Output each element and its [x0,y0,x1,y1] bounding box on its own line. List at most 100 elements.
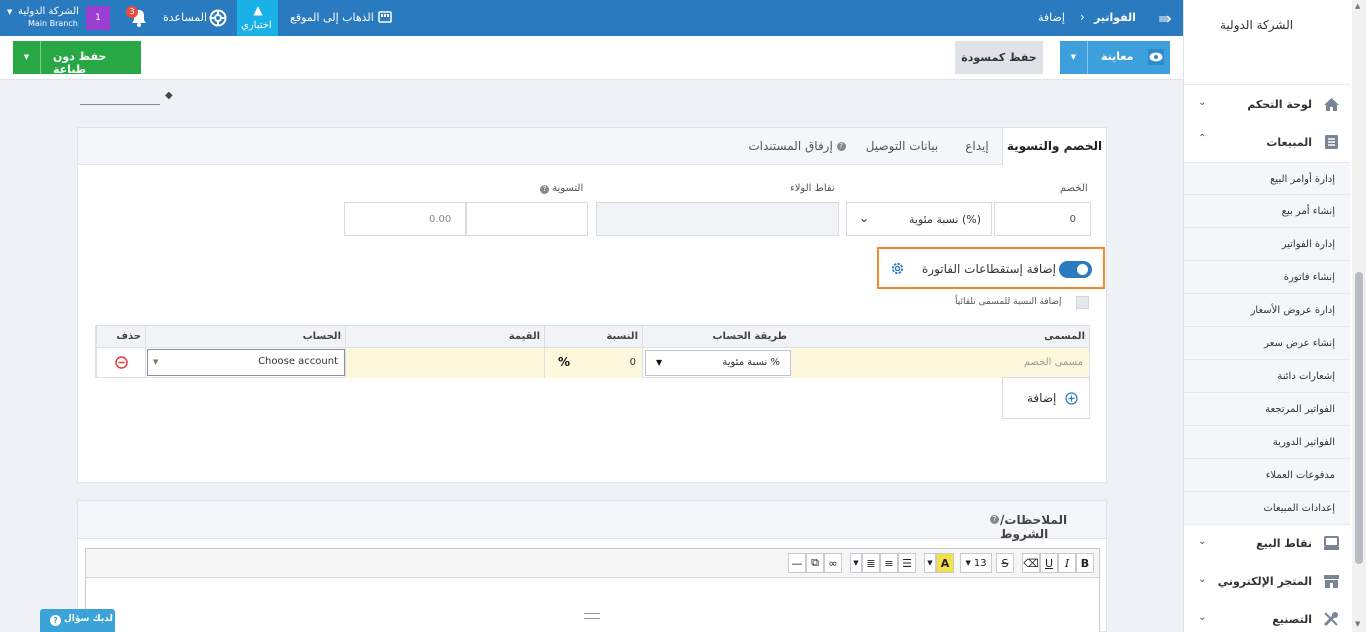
header-account: الحساب [145,326,345,348]
notes-card: الملاحظات/الشروط ? B I U ⌫ S ▼ 13 A ▼ ☰ … [77,500,1107,632]
sidebar-item-dashboard[interactable]: لوحة التحكم ⌄ [1184,85,1350,123]
tab-discount[interactable]: الخصم والتسوية [1002,128,1106,166]
align-icon[interactable]: ≣ [862,553,880,573]
calc-dropdown-icon: ▼ [656,358,663,367]
branch-number-badge[interactable]: 1 [86,6,110,30]
text-color-button[interactable]: A [936,553,954,573]
editor-resize-handle[interactable] [584,613,600,619]
lifebuoy-icon[interactable] [208,8,228,28]
discount-label: الخصم [1060,183,1088,194]
percent-icon: % [558,355,571,369]
notification-count-badge: 3 [126,6,138,18]
cell-name[interactable]: مسمى الخصم [791,348,1089,378]
tab-delivery[interactable]: بيانات التوصيل [854,128,950,165]
align-dropdown-icon[interactable]: ▼ [850,553,862,573]
name-placeholder: مسمى الخصم [1023,357,1083,368]
sidebar: الشركة الدولية لوحة التحكم ⌄ المبيعات ⌃ … [1183,0,1366,632]
test-mode-button[interactable]: ▲ اختباري [237,0,278,36]
ordered-list-icon[interactable]: ≡ [880,553,898,573]
gear-icon[interactable] [889,260,905,276]
deductions-toggle-row: إضافة إستقطاعات الفاتورة [877,247,1105,289]
sidebar-sub-recurring-invoices[interactable]: الفواتير الدورية [1184,426,1350,459]
sidebar-sub-create-invoice[interactable]: إنشاء فاتورة [1184,261,1350,294]
sidebar-sub-create-quote[interactable]: إنشاء عرض سعر [1184,327,1350,360]
unlink-icon[interactable]: ⧉ [806,553,824,573]
tab-deposit[interactable]: إيداع [954,128,1000,165]
menu-collapse-icon[interactable]: ⇛ [1155,9,1175,28]
sidebar-sub-customer-payments[interactable]: مدفوعات العملاء [1184,459,1350,492]
font-size-select[interactable]: ▼ 13 [960,553,992,573]
tag-icon[interactable]: ◆ [165,90,173,101]
cell-account[interactable]: Choose account ▼ [145,348,345,378]
strikethrough-button[interactable]: S [996,553,1014,573]
scroll-down-icon[interactable]: ▼ [1355,620,1360,628]
sidebar-sub-manage-quotes[interactable]: إدارة عروض الأسعار [1184,294,1350,327]
header-rate: النسبة [544,326,642,348]
sidebar-item-sales[interactable]: المبيعات ⌃ [1184,123,1350,161]
header-delete: حذف [96,326,145,348]
eraser-icon[interactable]: ⌫ [1022,553,1040,573]
calc-select[interactable]: نسبة مئوية % ▼ [645,350,791,376]
company-dropdown-icon[interactable]: ▼ [7,8,12,16]
sidebar-sub-sales-settings[interactable]: إعدادات المبيعات [1184,492,1350,525]
tab-attachments[interactable]: إرفاق المستندات ? [742,128,852,165]
sidebar-item-label: نقاط البيع [1256,536,1312,550]
ask-question-button[interactable]: ? لديك سؤال [40,609,115,632]
preview-dropdown-icon[interactable]: ▼ [1060,41,1088,74]
question-icon: ? [50,615,61,626]
scroll-up-icon[interactable]: ▲ [1355,2,1360,10]
discount-value-input[interactable]: 0 [994,202,1091,236]
sidebar-sub-returned-invoices[interactable]: الفواتير المرتجعة [1184,393,1350,426]
sidebar-sub-create-sales-order[interactable]: إنشاء أمر بيع [1184,195,1350,228]
save-dropdown-icon[interactable]: ▼ [13,41,41,74]
notes-header [78,501,1106,539]
pos-icon [1322,534,1340,552]
invoice-icon [1322,133,1340,151]
breadcrumb-separator-icon: › [1080,10,1085,24]
underline-button[interactable]: U [1040,553,1058,573]
preview-button[interactable]: معاينة ▼ [1060,41,1170,74]
settlement-input[interactable]: 0.00 [344,202,466,236]
top-bar: ⇛ الفواتير › إضافة الذهاب إلى الموقع ▲ ا… [0,0,1183,36]
save-draft-button[interactable]: حفظ كمسودة [955,41,1043,74]
remove-row-icon[interactable] [114,355,128,369]
bold-button[interactable]: B [1076,553,1094,573]
settlement-extra-input[interactable] [466,202,588,236]
tab-bar [78,128,1106,165]
sidebar-item-manufacturing[interactable]: التصنيع ⌄ [1184,600,1350,632]
link-icon[interactable]: ∞ [824,553,842,573]
auto-add-checkbox[interactable] [1076,296,1089,309]
breadcrumb-parent[interactable]: الفواتير [1094,11,1136,24]
horizontal-rule-icon[interactable]: — [788,553,806,573]
help-link[interactable]: المساعدة [163,11,207,24]
toggle-knob [1077,264,1088,275]
shop-icon [1322,572,1340,590]
sidebar-scrollbar-track: ▲ ▼ [1352,0,1366,632]
cell-rate[interactable]: 0 % [544,348,642,378]
go-to-site-link[interactable]: الذهاب إلى الموقع [290,11,374,24]
italic-button[interactable]: I [1058,553,1076,573]
unordered-list-icon[interactable]: ☰ [898,553,916,573]
sidebar-item-online-store[interactable]: المتجر الإلكتروني ⌄ [1184,562,1350,600]
save-no-print-button[interactable]: ▼ حفظ دون طباعة [13,41,141,76]
sidebar-scrollbar-thumb[interactable] [1355,272,1363,564]
account-select[interactable]: Choose account ▼ [147,349,345,376]
text-color-dropdown-icon[interactable]: ▼ [924,553,936,573]
deductions-toggle-switch[interactable] [1059,261,1092,278]
sidebar-sub-credit-notes[interactable]: إشعارات دائنة [1184,360,1350,393]
company-name[interactable]: الشركة الدولية [18,6,79,17]
sidebar-item-pos[interactable]: نقاط البيع ⌄ [1184,524,1350,562]
add-deduction-button[interactable]: إضافة [1002,377,1090,419]
sidebar-company-name: الشركة الدولية [1220,18,1294,32]
cell-calc[interactable]: نسبة مئوية % ▼ [642,348,791,378]
sidebar-item-label: المتجر الإلكتروني [1217,574,1312,588]
sidebar-sub-sales-orders[interactable]: إدارة أوامر البيع [1184,162,1350,195]
sidebar-sub-manage-invoices[interactable]: إدارة الفواتير [1184,228,1350,261]
discount-type-select[interactable]: نسبة مئوية (%) ⌄ [846,202,992,236]
sidebar-item-label: لوحة التحكم [1247,97,1312,111]
editor-toolbar: B I U ⌫ S ▼ 13 A ▼ ☰ ≡ ≣ ▼ ∞ ⧉ — [86,549,1099,578]
cell-delete [96,348,145,378]
chevron-down-icon: ⌄ [859,211,870,225]
tags-input[interactable] [80,104,160,105]
auto-add-label: إضافة النسبة للمسمى تلقائياً [955,297,1062,307]
